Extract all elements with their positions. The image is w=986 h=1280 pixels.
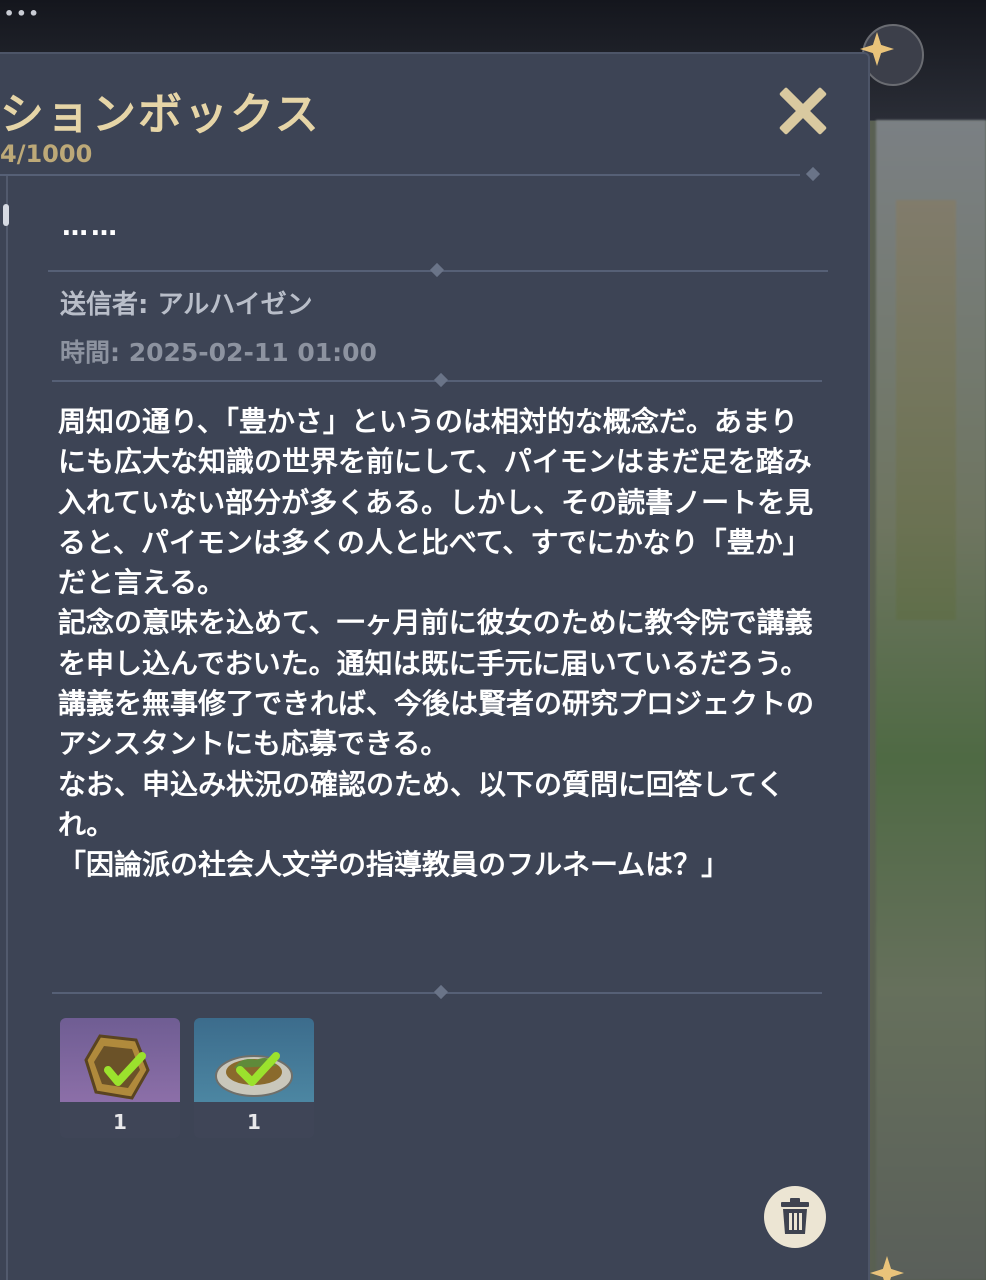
delete-button[interactable] [764,1186,826,1248]
body-paragraph: 記念の意味を込めて、一ヶ月前に彼女のために教令院で講義を申し込んでおいた。通知は… [58,606,813,680]
trash-icon [781,1198,809,1234]
mail-count: 4/1000 [0,140,93,168]
close-button[interactable] [776,84,828,136]
body-paragraph: なお、申込み状況の確認のため、以下の質問に回答してくれ。 [58,767,785,841]
sender-label: 送信者: [60,290,158,320]
window-menu-dots[interactable]: ••• [4,4,41,23]
body-paragraph: 周知の通り、「豊かさ」というのは相対的な概念だ。あまりにも広大な知識の世界を前に… [58,405,814,600]
mail-subject: …… [62,212,120,242]
mail-time: 時間: 2025-02-11 01:00 [60,333,377,369]
mail-body: 周知の通り、「豊かさ」というのは相対的な概念だ。あまりにも広大な知識の世界を前に… [58,402,818,886]
attachment-item[interactable]: 1 [60,1018,180,1138]
page-title: ションボックス [0,89,321,140]
attachment-list: 1 1 [60,1018,314,1138]
sender-name: アルハイゼン [157,290,313,320]
time-label: 時間: [60,338,129,367]
background-scenery [876,120,986,1280]
attachment-qty: 1 [113,1110,127,1134]
food-dish-item-icon [215,1052,293,1097]
header-divider [0,174,800,176]
body-paragraph: 「因論派の社会人文学の指導教員のフルネームは？」 [58,848,730,882]
attachment-item[interactable]: 1 [194,1018,314,1138]
attachment-qty: 1 [247,1110,261,1134]
star-badge-icon [860,24,924,86]
gold-sigil-item-icon [84,1034,150,1100]
mail-sender: 送信者: アルハイゼン [60,284,313,321]
time-value: 2025-02-11 01:00 [128,338,377,367]
body-paragraph: 講義を無事修了できれば、今後は賢者の研究プロジェクトのアシスタントにも応募できる… [58,687,815,761]
scrollbar-handle[interactable] [3,204,9,226]
